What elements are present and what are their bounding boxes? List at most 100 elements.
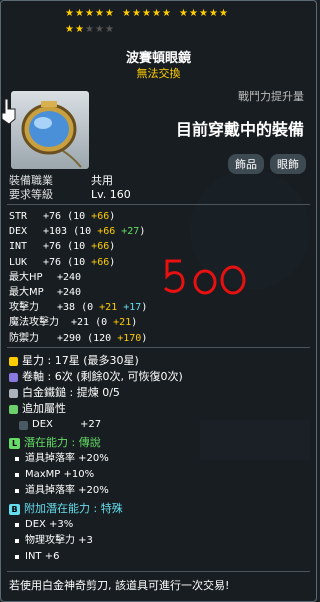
potential-title: 潛在能力 : 傳說: [24, 436, 101, 449]
stat-row: INT +76 (10 +66): [9, 239, 147, 254]
stat-box-icon: [19, 420, 28, 430]
stat-name: INT: [9, 241, 28, 253]
star-force-row-2: ★ ★ ★ ★ ★: [65, 25, 114, 35]
bullet-icon: [15, 523, 19, 527]
pointer-hand-icon: [1, 98, 16, 125]
star-icon: [9, 356, 18, 366]
stat-name: STR: [9, 211, 28, 222]
stat-name: 防禦力: [9, 332, 39, 344]
level-label: 要求等級: [9, 188, 53, 201]
scroll-row: 卷軸 : 6次 (剩餘0次, 可恢復0次): [9, 369, 183, 385]
stat-flame: +21: [113, 317, 132, 329]
stat-close: ): [141, 302, 148, 314]
stat-name: 最大HP: [9, 271, 43, 283]
star-icon: ★: [95, 8, 104, 19]
handwritten-500: [163, 259, 246, 295]
bonus-line-text: DEX +3%: [25, 519, 74, 530]
star-icon: ★: [105, 8, 114, 19]
star-group: ★ ★ ★ ★ ★: [65, 8, 114, 19]
bullet-icon: [15, 555, 19, 559]
enhancement-info: 星力 : 17星 (最多30星) 卷軸 : 6次 (剩餘0次, 可恢復0次) 白…: [9, 353, 183, 565]
stat-base: +38 (0: [57, 302, 100, 314]
item-tooltip-panel: ★ ★ ★ ★ ★ ★ ★ ★ ★ ★ ★ ★ ★ ★ ★ ★ ★ ★ ★ ★: [0, 0, 317, 602]
divider: [7, 347, 310, 348]
special-badge-icon: B: [9, 503, 20, 515]
handwritten-annotation: [161, 256, 251, 304]
trade-status: 無法交換: [136, 67, 181, 80]
bonus-potential-line: INT +6: [9, 549, 183, 565]
star-icon: ★: [65, 8, 74, 19]
star-icon: ★: [132, 8, 141, 19]
stat-row: LUK +76 (10 +66): [9, 255, 147, 270]
potential-line-text: MaxMP +10%: [25, 469, 95, 480]
stat-base: +21 (0: [71, 317, 114, 329]
extra-stat-label: 追加屬性: [22, 402, 66, 415]
stat-close: ): [109, 241, 116, 253]
hammer-text: 白金鐵鎚 : 提煉 0/5: [22, 386, 120, 399]
stat-base: +76 (10: [43, 211, 92, 222]
stat-flame: +170: [117, 332, 142, 344]
stat-flame: +21: [99, 302, 118, 314]
stat-name: DEX: [9, 226, 28, 238]
footer-note: 若使用白金神奇剪刀, 該道具可進行一次交易!: [9, 579, 230, 592]
star-icon: ★: [209, 8, 218, 19]
hammer-icon: [9, 388, 18, 398]
legendary-badge-icon: L: [9, 437, 20, 449]
stat-row: 防禦力 +290 (120 +170): [9, 331, 147, 346]
stat-base: +240: [57, 286, 82, 298]
star-force-text: 星力 : 17星 (最多30星): [22, 354, 139, 367]
bullet-icon: [15, 457, 19, 461]
stat-base: +103 (10: [43, 226, 98, 238]
stat-row: 攻擊力 +38 (0 +21 +17): [9, 300, 147, 315]
tag-eye-accessory: 眼飾: [270, 154, 306, 174]
monocle-icon: [21, 101, 82, 168]
bonus-potential-header: B 附加潛在能力 : 特殊: [9, 501, 183, 517]
stat-name: LUK: [9, 256, 28, 268]
divider: [7, 204, 310, 205]
stat-base: +76 (10: [43, 241, 92, 253]
potential-line-text: 道具掉落率 +20%: [25, 485, 109, 496]
stat-enhance: +27: [115, 226, 140, 238]
extra-stat-value: +27: [80, 419, 102, 430]
potential-line: 道具掉落率 +20%: [9, 451, 183, 467]
bonus-potential-line: 物理攻擊力 +3: [9, 533, 183, 549]
stat-base: +76 (10: [43, 256, 92, 268]
item-name: 波賽頓眼鏡: [125, 51, 191, 66]
stat-flame: +66: [91, 256, 110, 268]
stat-flame: +66: [97, 226, 116, 238]
job-label: 裝備職業: [9, 174, 53, 187]
star-icon: ★: [179, 8, 188, 19]
bullet-icon: [15, 539, 19, 543]
bonus-line-text: 物理攻擊力 +3: [25, 535, 93, 546]
star-icon: ★: [189, 8, 198, 19]
stat-row: 最大HP +240: [9, 270, 147, 285]
potential-header: L 潛在能力 : 傳說: [9, 435, 183, 451]
extra-stat-name: DEX: [32, 419, 53, 430]
leaf-icon: [9, 404, 18, 414]
star-icon: ★: [85, 8, 94, 19]
stat-base: +290 (120: [57, 332, 118, 344]
item-icon-frame: [11, 91, 89, 169]
power-increase-label: 戰鬥力提升量: [238, 90, 304, 103]
scroll-text: 卷軸 : 6次 (剩餘0次, 可恢復0次): [22, 370, 183, 383]
bonus-potential-line: DEX +3%: [9, 517, 183, 533]
stat-close: ): [139, 226, 146, 238]
star-force-row: 星力 : 17星 (最多30星): [9, 353, 183, 369]
stat-close: ): [141, 332, 148, 344]
bullet-icon: [15, 489, 19, 493]
star-force-row-1: ★ ★ ★ ★ ★ ★ ★ ★ ★ ★ ★ ★ ★ ★ ★: [65, 8, 228, 19]
divider: [7, 571, 310, 572]
stat-row: DEX +103 (10 +66 +27): [9, 224, 147, 239]
star-icon: ★: [152, 8, 161, 19]
extra-stat-header: 追加屬性: [9, 401, 183, 417]
star-group: ★ ★ ★ ★ ★: [179, 8, 228, 19]
star-icon: ★: [219, 8, 228, 19]
stat-row: STR +76 (10 +66): [9, 209, 147, 224]
category-tags: 飾品 眼飾: [228, 154, 306, 174]
level-value: Lv. 160: [91, 188, 131, 201]
potential-line: 道具掉落率 +20%: [9, 483, 183, 499]
star-icon: ★: [75, 8, 84, 19]
stat-name: 最大MP: [9, 286, 44, 298]
star-icon: ★: [162, 8, 171, 19]
bullet-icon: [15, 473, 19, 477]
